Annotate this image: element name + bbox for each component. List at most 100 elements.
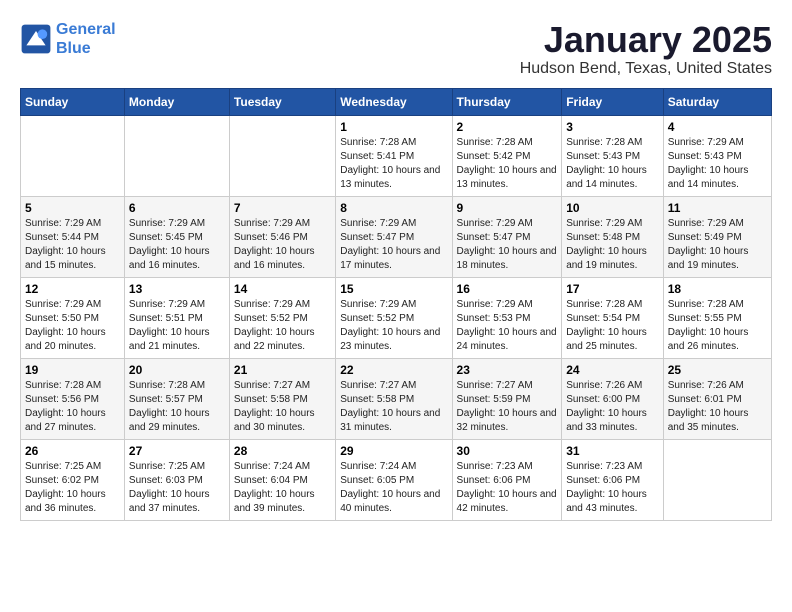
- main-title: January 2025: [520, 20, 772, 60]
- day-cell: 12 Sunrise: 7:29 AMSunset: 5:50 PMDaylig…: [21, 277, 125, 358]
- day-info: Sunrise: 7:24 AMSunset: 6:04 PMDaylight:…: [234, 460, 331, 516]
- day-info: Sunrise: 7:26 AMSunset: 6:00 PMDaylight:…: [566, 379, 659, 435]
- day-cell: 15 Sunrise: 7:29 AMSunset: 5:52 PMDaylig…: [336, 277, 452, 358]
- day-info: Sunrise: 7:28 AMSunset: 5:43 PMDaylight:…: [566, 136, 659, 192]
- day-number: 13: [129, 282, 225, 296]
- day-info: Sunrise: 7:29 AMSunset: 5:43 PMDaylight:…: [668, 136, 767, 192]
- day-number: 14: [234, 282, 331, 296]
- day-number: 9: [457, 201, 558, 215]
- day-number: 4: [668, 120, 767, 134]
- day-cell: 29 Sunrise: 7:24 AMSunset: 6:05 PMDaylig…: [336, 439, 452, 520]
- day-info: Sunrise: 7:25 AMSunset: 6:02 PMDaylight:…: [25, 460, 120, 516]
- day-info: Sunrise: 7:25 AMSunset: 6:03 PMDaylight:…: [129, 460, 225, 516]
- day-info: Sunrise: 7:29 AMSunset: 5:46 PMDaylight:…: [234, 217, 331, 273]
- day-number: 30: [457, 444, 558, 458]
- day-cell: 7 Sunrise: 7:29 AMSunset: 5:46 PMDayligh…: [229, 196, 335, 277]
- day-info: Sunrise: 7:28 AMSunset: 5:41 PMDaylight:…: [340, 136, 447, 192]
- day-number: 19: [25, 363, 120, 377]
- day-cell: 9 Sunrise: 7:29 AMSunset: 5:47 PMDayligh…: [452, 196, 562, 277]
- day-info: Sunrise: 7:28 AMSunset: 5:55 PMDaylight:…: [668, 298, 767, 354]
- day-info: Sunrise: 7:27 AMSunset: 5:58 PMDaylight:…: [340, 379, 447, 435]
- day-number: 22: [340, 363, 447, 377]
- day-number: 27: [129, 444, 225, 458]
- day-cell: 2 Sunrise: 7:28 AMSunset: 5:42 PMDayligh…: [452, 115, 562, 196]
- logo: General Blue: [20, 20, 116, 58]
- calendar-header: SundayMondayTuesdayWednesdayThursdayFrid…: [21, 88, 772, 115]
- day-number: 26: [25, 444, 120, 458]
- day-info: Sunrise: 7:29 AMSunset: 5:52 PMDaylight:…: [234, 298, 331, 354]
- day-cell: 30 Sunrise: 7:23 AMSunset: 6:06 PMDaylig…: [452, 439, 562, 520]
- week-row-1: 1 Sunrise: 7:28 AMSunset: 5:41 PMDayligh…: [21, 115, 772, 196]
- header-cell-monday: Monday: [124, 88, 229, 115]
- header-row: SundayMondayTuesdayWednesdayThursdayFrid…: [21, 88, 772, 115]
- day-number: 10: [566, 201, 659, 215]
- day-cell: 24 Sunrise: 7:26 AMSunset: 6:00 PMDaylig…: [562, 358, 664, 439]
- day-number: 29: [340, 444, 447, 458]
- day-cell: 31 Sunrise: 7:23 AMSunset: 6:06 PMDaylig…: [562, 439, 664, 520]
- day-number: 31: [566, 444, 659, 458]
- logo-text: General Blue: [56, 20, 116, 58]
- day-number: 2: [457, 120, 558, 134]
- day-info: Sunrise: 7:29 AMSunset: 5:51 PMDaylight:…: [129, 298, 225, 354]
- page: General Blue January 2025 Hudson Bend, T…: [0, 0, 792, 531]
- day-number: 16: [457, 282, 558, 296]
- day-info: Sunrise: 7:23 AMSunset: 6:06 PMDaylight:…: [457, 460, 558, 516]
- day-cell: 3 Sunrise: 7:28 AMSunset: 5:43 PMDayligh…: [562, 115, 664, 196]
- day-number: 8: [340, 201, 447, 215]
- day-info: Sunrise: 7:29 AMSunset: 5:47 PMDaylight:…: [340, 217, 447, 273]
- day-cell: 18 Sunrise: 7:28 AMSunset: 5:55 PMDaylig…: [663, 277, 771, 358]
- day-number: 28: [234, 444, 331, 458]
- day-cell: 8 Sunrise: 7:29 AMSunset: 5:47 PMDayligh…: [336, 196, 452, 277]
- day-number: 25: [668, 363, 767, 377]
- header-cell-tuesday: Tuesday: [229, 88, 335, 115]
- day-cell: [229, 115, 335, 196]
- header-cell-friday: Friday: [562, 88, 664, 115]
- logo-line2: Blue: [56, 40, 91, 57]
- title-area: January 2025 Hudson Bend, Texas, United …: [520, 20, 772, 78]
- logo-icon: [20, 23, 52, 55]
- day-cell: 21 Sunrise: 7:27 AMSunset: 5:58 PMDaylig…: [229, 358, 335, 439]
- header: General Blue January 2025 Hudson Bend, T…: [20, 20, 772, 78]
- day-info: Sunrise: 7:28 AMSunset: 5:54 PMDaylight:…: [566, 298, 659, 354]
- day-cell: 11 Sunrise: 7:29 AMSunset: 5:49 PMDaylig…: [663, 196, 771, 277]
- subtitle: Hudson Bend, Texas, United States: [520, 60, 772, 78]
- week-row-3: 12 Sunrise: 7:29 AMSunset: 5:50 PMDaylig…: [21, 277, 772, 358]
- header-cell-saturday: Saturday: [663, 88, 771, 115]
- logo-line1: General: [56, 21, 116, 38]
- day-number: 17: [566, 282, 659, 296]
- calendar-table: SundayMondayTuesdayWednesdayThursdayFrid…: [20, 88, 772, 521]
- calendar-body: 1 Sunrise: 7:28 AMSunset: 5:41 PMDayligh…: [21, 115, 772, 520]
- day-cell: 23 Sunrise: 7:27 AMSunset: 5:59 PMDaylig…: [452, 358, 562, 439]
- day-cell: 4 Sunrise: 7:29 AMSunset: 5:43 PMDayligh…: [663, 115, 771, 196]
- day-number: 23: [457, 363, 558, 377]
- header-cell-sunday: Sunday: [21, 88, 125, 115]
- day-number: 7: [234, 201, 331, 215]
- day-number: 21: [234, 363, 331, 377]
- day-number: 1: [340, 120, 447, 134]
- day-cell: 20 Sunrise: 7:28 AMSunset: 5:57 PMDaylig…: [124, 358, 229, 439]
- day-cell: 19 Sunrise: 7:28 AMSunset: 5:56 PMDaylig…: [21, 358, 125, 439]
- day-cell: 27 Sunrise: 7:25 AMSunset: 6:03 PMDaylig…: [124, 439, 229, 520]
- day-info: Sunrise: 7:29 AMSunset: 5:52 PMDaylight:…: [340, 298, 447, 354]
- day-number: 12: [25, 282, 120, 296]
- day-info: Sunrise: 7:29 AMSunset: 5:49 PMDaylight:…: [668, 217, 767, 273]
- day-cell: 14 Sunrise: 7:29 AMSunset: 5:52 PMDaylig…: [229, 277, 335, 358]
- day-cell: 6 Sunrise: 7:29 AMSunset: 5:45 PMDayligh…: [124, 196, 229, 277]
- day-info: Sunrise: 7:29 AMSunset: 5:53 PMDaylight:…: [457, 298, 558, 354]
- day-info: Sunrise: 7:23 AMSunset: 6:06 PMDaylight:…: [566, 460, 659, 516]
- day-info: Sunrise: 7:28 AMSunset: 5:42 PMDaylight:…: [457, 136, 558, 192]
- day-info: Sunrise: 7:29 AMSunset: 5:48 PMDaylight:…: [566, 217, 659, 273]
- day-cell: 17 Sunrise: 7:28 AMSunset: 5:54 PMDaylig…: [562, 277, 664, 358]
- day-info: Sunrise: 7:24 AMSunset: 6:05 PMDaylight:…: [340, 460, 447, 516]
- day-info: Sunrise: 7:27 AMSunset: 5:59 PMDaylight:…: [457, 379, 558, 435]
- day-number: 20: [129, 363, 225, 377]
- day-cell: [663, 439, 771, 520]
- day-number: 15: [340, 282, 447, 296]
- day-number: 11: [668, 201, 767, 215]
- day-info: Sunrise: 7:29 AMSunset: 5:47 PMDaylight:…: [457, 217, 558, 273]
- header-cell-thursday: Thursday: [452, 88, 562, 115]
- week-row-2: 5 Sunrise: 7:29 AMSunset: 5:44 PMDayligh…: [21, 196, 772, 277]
- day-number: 18: [668, 282, 767, 296]
- day-cell: [21, 115, 125, 196]
- day-number: 3: [566, 120, 659, 134]
